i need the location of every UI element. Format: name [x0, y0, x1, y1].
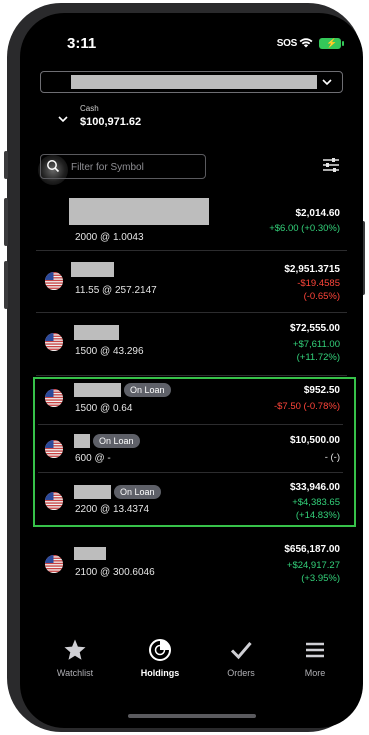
symbol-redacted [69, 198, 209, 225]
battery-icon: ⚡ [319, 38, 344, 49]
volume-down-button [4, 261, 8, 309]
change-percent: (+3.95%) [301, 573, 340, 584]
row-divider [36, 375, 347, 376]
holding-row[interactable]: 2000 @ 1.0043 $2,014.60 +$6.00 (+0.30%) [20, 188, 363, 251]
tab-holdings[interactable]: Holdings [120, 638, 200, 678]
account-selector[interactable] [40, 71, 343, 93]
charging-bolt-icon: ⚡ [326, 38, 338, 48]
change-percent: (+11.72%) [296, 352, 340, 363]
change-percent: (+14.83%) [295, 510, 340, 521]
sliders-icon[interactable] [322, 156, 340, 174]
symbol-redacted [74, 547, 106, 560]
holding-row[interactable]: 1500 @ 43.296 $72,555.00 +$7,611.00 (+11… [20, 313, 363, 376]
quantity-price: 600 @ - [75, 453, 111, 464]
account-name-redacted [71, 75, 317, 89]
status-bar: 3:11 SOS ⚡ [20, 13, 363, 63]
sos-indicator: SOS [276, 38, 298, 49]
checkmark-icon [230, 642, 252, 660]
holding-row[interactable]: On Loan 2200 @ 13.4374 $33,946.00 +$4,38… [20, 473, 363, 525]
holding-row[interactable]: On Loan 1500 @ 0.64 $952.50 -$7.50 (-0.7… [20, 379, 363, 425]
volume-up-button [4, 198, 8, 246]
quantity-price: 1500 @ 0.64 [75, 403, 133, 414]
market-value: $10,500.00 [289, 435, 340, 446]
tab-watchlist[interactable]: Watchlist [35, 638, 115, 678]
quantity-price: 11.55 @ 257.2147 [75, 285, 157, 296]
holding-row[interactable]: On Loan 600 @ - $10,500.00 - (-) [20, 425, 363, 473]
quantity-price: 2200 @ 13.4374 [75, 504, 150, 515]
tab-bar: Watchlist Holdings Orders More [20, 638, 363, 698]
us-flag-icon [45, 333, 63, 351]
tab-label: More [304, 668, 326, 678]
market-value: $72,555.00 [289, 323, 340, 334]
app-screen: 3:11 SOS ⚡ Cash $100,971.62 Filter for S… [20, 13, 363, 728]
change-value: +$7,611.00 [292, 339, 340, 350]
symbol-filter-field[interactable] [40, 154, 206, 179]
phone-frame: 3:11 SOS ⚡ Cash $100,971.62 Filter for S… [4, 3, 365, 732]
symbol-redacted [74, 383, 121, 397]
market-value: $2,014.60 [295, 208, 341, 219]
symbol-redacted [71, 262, 114, 277]
holding-row[interactable]: 2100 @ 300.6046 $656,187.00 +$24,917.27 … [20, 535, 363, 605]
tab-label: Orders [227, 668, 255, 678]
tab-label: Holdings [140, 668, 180, 678]
change-value: -$7.50 (-0.78%) [273, 401, 340, 412]
wifi-icon [299, 38, 313, 48]
us-flag-icon [45, 492, 63, 510]
chevron-down-icon [322, 79, 332, 86]
on-loan-badge: On Loan [114, 485, 161, 499]
symbol-redacted [74, 485, 111, 499]
symbol-redacted [74, 325, 119, 340]
home-indicator[interactable] [128, 714, 256, 718]
star-icon [64, 639, 86, 660]
cash-value: $100,971.62 [80, 116, 142, 128]
search-icon [47, 160, 60, 173]
tab-label: Watchlist [56, 668, 94, 678]
change-value: +$4,383.65 [292, 497, 340, 508]
status-time: 3:11 [67, 35, 97, 52]
market-value: $656,187.00 [284, 544, 340, 555]
market-value: $2,951.3715 [284, 264, 340, 275]
menu-icon [306, 642, 324, 658]
quantity-price: 2000 @ 1.0043 [75, 232, 144, 243]
quantity-price: 2100 @ 300.6046 [75, 567, 155, 578]
action-button [4, 151, 8, 179]
us-flag-icon [45, 440, 63, 458]
quantity-price: 1500 @ 43.296 [75, 346, 144, 357]
us-flag-icon [45, 272, 63, 290]
cash-label: Cash [80, 104, 99, 113]
pie-chart-icon [149, 639, 171, 661]
change-value: - (-) [324, 452, 340, 463]
us-flag-icon [45, 555, 63, 573]
search-input[interactable] [71, 159, 201, 175]
symbol-redacted [74, 434, 90, 448]
tab-more[interactable]: More [275, 638, 355, 678]
change-value: +$6.00 (+0.30%) [269, 223, 340, 234]
on-loan-badge: On Loan [124, 383, 171, 397]
change-value: +$24,917.27 [286, 560, 340, 571]
cash-chevron-down-icon[interactable] [57, 114, 69, 124]
change-percent: (-0.65%) [303, 291, 340, 302]
tab-orders[interactable]: Orders [201, 638, 281, 678]
change-value: -$19.4585 [297, 278, 340, 289]
on-loan-badge: On Loan [93, 434, 140, 448]
holding-row[interactable]: 11.55 @ 257.2147 $2,951.3715 -$19.4585 (… [20, 251, 363, 313]
market-value: $952.50 [303, 385, 340, 396]
us-flag-icon [45, 389, 63, 407]
market-value: $33,946.00 [289, 482, 340, 493]
